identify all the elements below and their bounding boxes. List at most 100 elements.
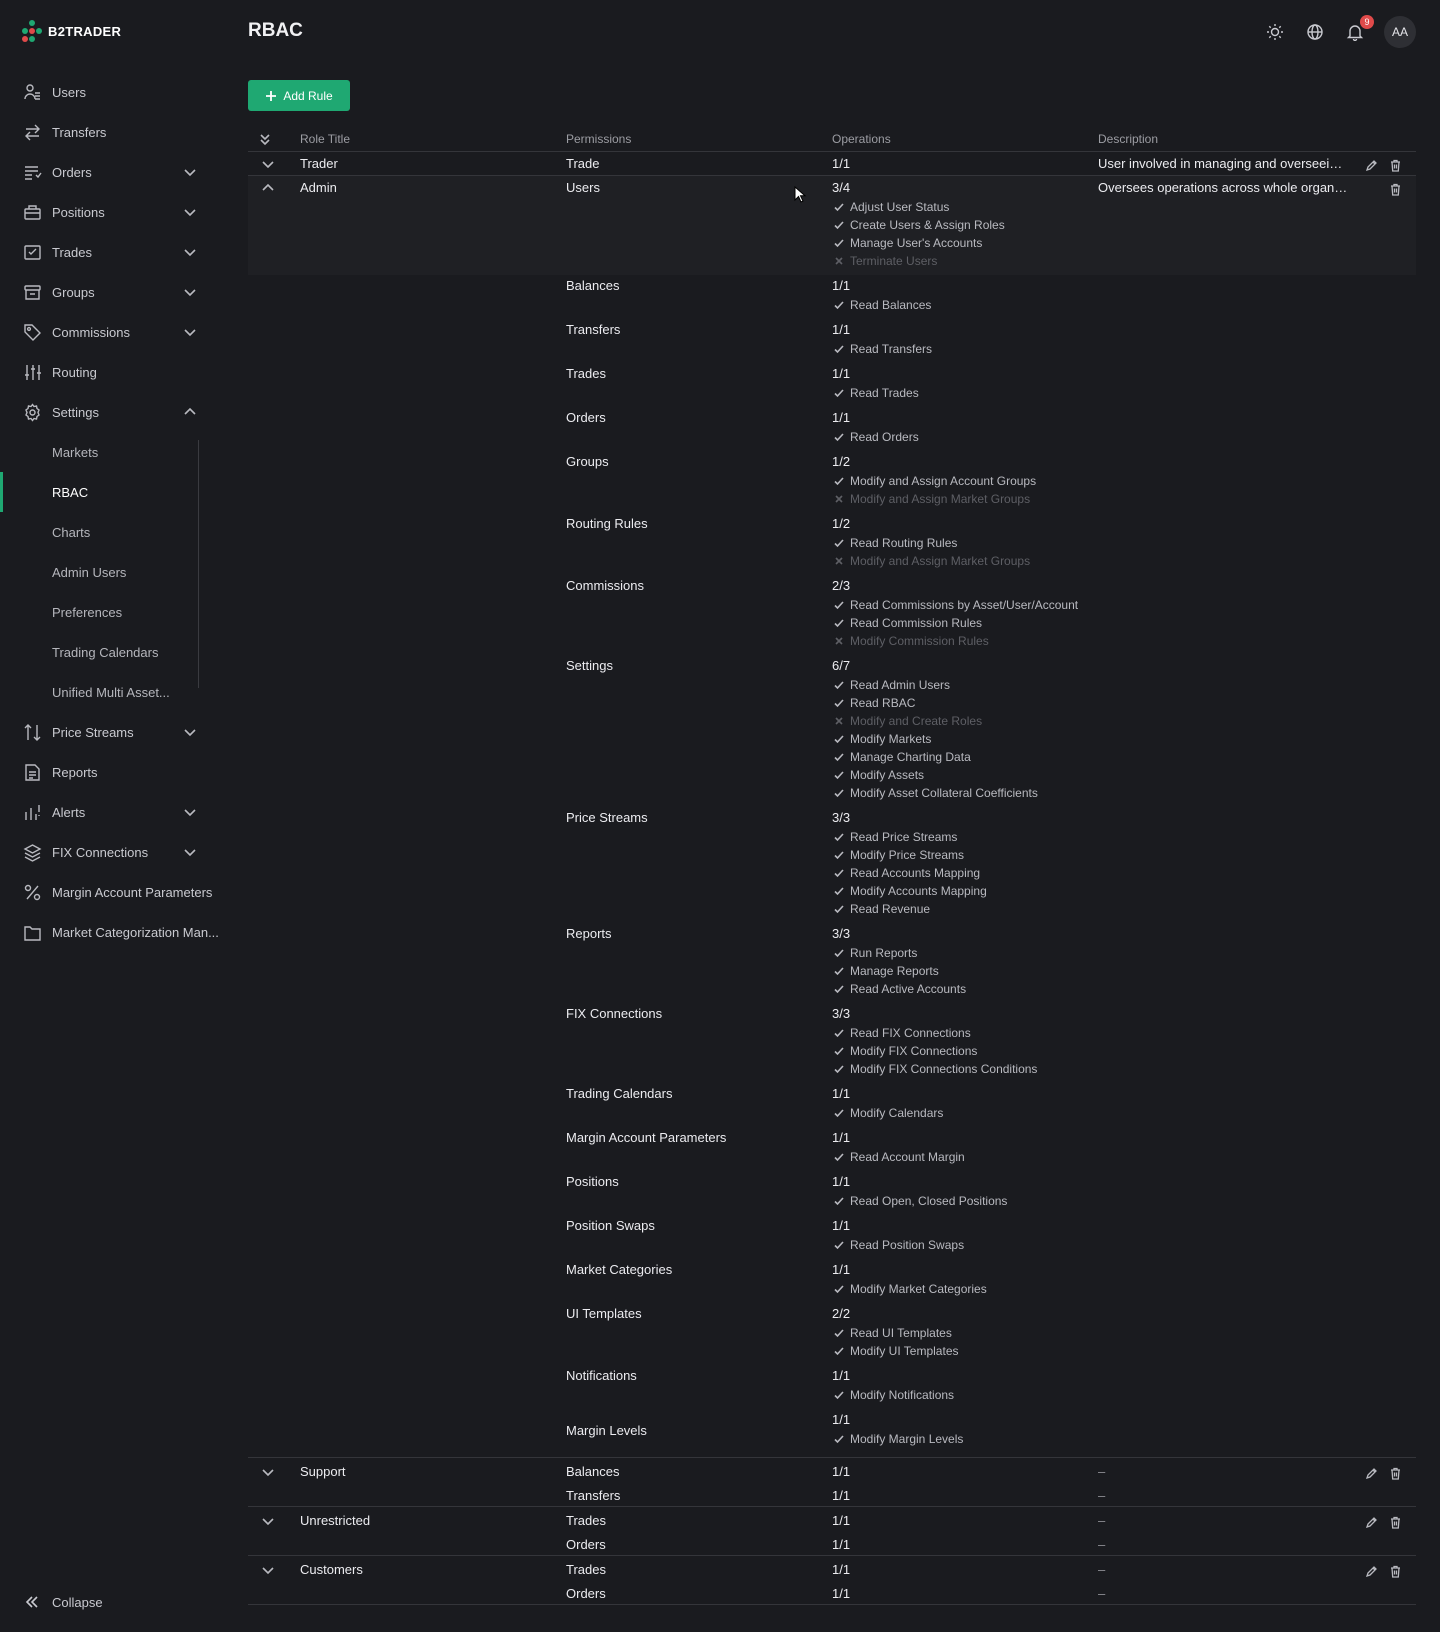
operation-item: Terminate Users (832, 254, 1084, 268)
sidebar-subitem-trading-calendars[interactable]: Trading Calendars (0, 632, 224, 672)
operation-item: Modify Market Categories (832, 1282, 1084, 1296)
sidebar-item-routing[interactable]: Routing (0, 352, 224, 392)
operation-item: Read FIX Connections (832, 1026, 1084, 1040)
edit-icon[interactable] (1364, 1466, 1378, 1480)
notification-badge: 9 (1360, 15, 1374, 29)
sidebar-item-alerts[interactable]: Alerts (0, 792, 224, 832)
sidebar-subitem-unified-multi-asset[interactable]: Unified Multi Asset... (0, 672, 224, 712)
expand-all-icon[interactable] (258, 132, 272, 149)
operation-item: Read Position Swaps (832, 1238, 1084, 1252)
trash-icon[interactable] (1388, 1466, 1402, 1480)
role-row-admin[interactable]: Admin Oversees operations across whole or… (248, 176, 1416, 1458)
sidebar-item-reports[interactable]: Reports (0, 752, 224, 792)
trash-icon[interactable] (1388, 1515, 1402, 1529)
chevron-down-icon[interactable] (182, 724, 198, 740)
operation-label: Manage Reports (850, 964, 939, 978)
check-icon (832, 536, 846, 550)
brand-logo[interactable]: B2TRADER (22, 20, 121, 42)
operations-count: 1/1 (832, 1537, 851, 1552)
chevron-down-icon[interactable] (260, 1513, 276, 1529)
check-icon (832, 1026, 846, 1040)
brand-name: B2TRADER (48, 23, 122, 39)
edit-icon[interactable] (1364, 1564, 1378, 1578)
check-icon (832, 218, 846, 232)
check-icon (832, 598, 846, 612)
check-icon (832, 848, 846, 862)
role-title: Trader (300, 156, 338, 171)
operation-item: Manage Reports (832, 964, 1084, 978)
operation-label: Manage Charting Data (850, 750, 971, 764)
check-icon (832, 1344, 846, 1358)
check-icon (832, 768, 846, 782)
chevron-down-icon[interactable] (182, 284, 198, 300)
theme-sun-icon[interactable] (1264, 21, 1286, 43)
chevron-down-icon[interactable] (260, 156, 276, 172)
check-icon (832, 1388, 846, 1402)
operation-item: Modify Markets (832, 732, 1084, 746)
sidebar-item-margin-account-parameters[interactable]: Margin Account Parameters (0, 872, 224, 912)
operation-item: Modify FIX Connections (832, 1044, 1084, 1058)
chevron-down-icon[interactable] (182, 244, 198, 260)
add-rule-button[interactable]: Add Rule (248, 80, 350, 111)
role-row-unrestricted[interactable]: Unrestricted Trades 1/1 – Orders 1/1 – (248, 1507, 1416, 1556)
operation-label: Read RBAC (850, 696, 916, 710)
bell-icon[interactable]: 9 (1344, 15, 1374, 43)
sidebar-item-groups[interactable]: Groups (0, 272, 224, 312)
sidebar-item-label: Market Categorization Man... (52, 924, 219, 940)
sidebar-subitem-admin-users[interactable]: Admin Users (0, 552, 224, 592)
sidebar-item-commissions[interactable]: Commissions (0, 312, 224, 352)
sliders-icon (22, 362, 42, 382)
chevron-up-icon[interactable] (260, 180, 276, 196)
sidebar-item-trades[interactable]: Trades (0, 232, 224, 272)
globe-icon[interactable] (1304, 21, 1326, 43)
sidebar-subitem-markets[interactable]: Markets (0, 432, 224, 472)
sidebar-item-market-categorization-man[interactable]: Market Categorization Man... (0, 912, 224, 952)
operation-label: Create Users & Assign Roles (850, 218, 1005, 232)
chevron-down-icon[interactable] (260, 1562, 276, 1578)
role-row-trader[interactable]: Trader Trade 1/1 User involved in managing … (248, 152, 1416, 176)
operations-count: 1/1 (832, 1513, 851, 1528)
arrows-icon (22, 122, 42, 142)
chevron-down-icon[interactable] (182, 164, 198, 180)
sidebar-item-users[interactable]: Users (0, 72, 224, 112)
edit-icon[interactable] (1364, 158, 1378, 172)
sidebar-item-settings[interactable]: Settings (0, 392, 224, 432)
trash-icon[interactable] (1388, 158, 1402, 172)
sidebar-item-orders[interactable]: Orders (0, 152, 224, 192)
chevron-up-icon[interactable] (182, 404, 198, 420)
check-icon (832, 786, 846, 800)
trash-icon[interactable] (1388, 1564, 1402, 1578)
check-icon (832, 902, 846, 916)
operations-count: 1/1 (832, 1086, 851, 1101)
sidebar-subitem-rbac[interactable]: RBAC (0, 472, 224, 512)
operation-item: Modify and Create Roles (832, 714, 1084, 728)
operations-count: 1/2 (832, 516, 851, 531)
operation-label: Read Accounts Mapping (850, 866, 981, 880)
sidebar-item-price-streams[interactable]: Price Streams (0, 712, 224, 752)
role-row-customers[interactable]: Customers Trades 1/1 – Orders 1/1 – (248, 1556, 1416, 1605)
chevron-down-icon[interactable] (182, 844, 198, 860)
trash-icon[interactable] (1388, 182, 1402, 196)
role-description: – (1098, 1537, 1106, 1552)
sidebar-item-transfers[interactable]: Transfers (0, 112, 224, 152)
check-icon (832, 946, 846, 960)
operations-count: 6/7 (832, 658, 851, 673)
role-row-support[interactable]: Support Balances 1/1 – Transfers 1/1 – (248, 1458, 1416, 1507)
check-icon (832, 1282, 846, 1296)
edit-icon[interactable] (1364, 1515, 1378, 1529)
sidebar-item-positions[interactable]: Positions (0, 192, 224, 232)
chevron-down-icon[interactable] (182, 804, 198, 820)
double-chevron-left-icon (22, 1592, 42, 1612)
avatar[interactable]: AA (1384, 16, 1416, 48)
operation-item: Modify and Assign Account Groups (832, 474, 1084, 488)
brand-logo-icon (22, 20, 42, 42)
operation-label: Read Open, Closed Positions (850, 1194, 1008, 1208)
chevron-down-icon[interactable] (182, 204, 198, 220)
permission-name: Orders (566, 410, 606, 425)
collapse-button[interactable]: Collapse (22, 1592, 103, 1612)
sidebar-item-fix-connections[interactable]: FIX Connections (0, 832, 224, 872)
chevron-down-icon[interactable] (182, 324, 198, 340)
sidebar-subitem-preferences[interactable]: Preferences (0, 592, 224, 632)
sidebar-subitem-charts[interactable]: Charts (0, 512, 224, 552)
chevron-down-icon[interactable] (260, 1464, 276, 1480)
